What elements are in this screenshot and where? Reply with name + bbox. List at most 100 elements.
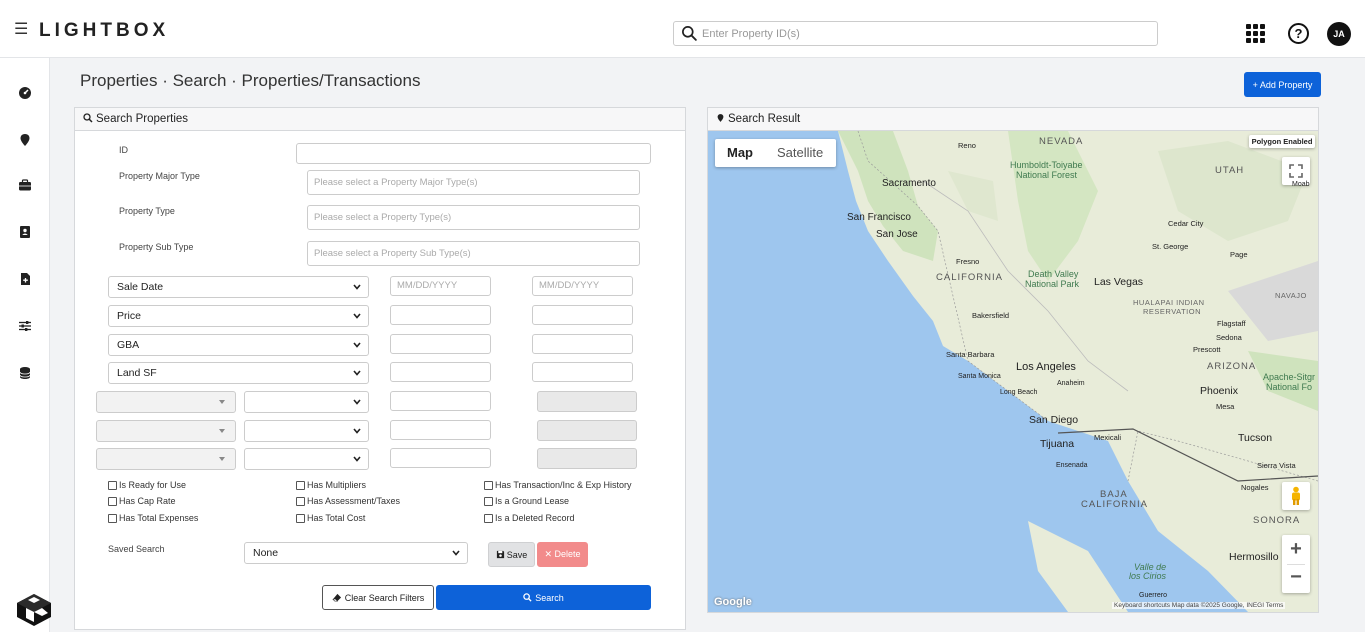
search-icon <box>523 592 532 602</box>
clear-button-label: Clear Search Filters <box>344 592 425 603</box>
range-to-input[interactable]: MM/DD/YYYY <box>532 276 633 296</box>
range-from-input[interactable] <box>390 305 491 325</box>
map-label: CALIFORNIA <box>1081 499 1149 510</box>
clear-search-filters-button[interactable]: Clear Search Filters <box>322 585 434 610</box>
help-icon[interactable]: ? <box>1288 23 1309 44</box>
zoom-in-button[interactable]: + <box>1282 535 1310 564</box>
map-label: ARIZONA <box>1207 361 1257 372</box>
map-label: Tijuana <box>1040 438 1075 450</box>
custom-field-select[interactable] <box>96 448 236 470</box>
map-label: San Francisco <box>847 212 911 223</box>
apps-grid-icon[interactable] <box>1246 24 1265 43</box>
ready-for-use-checkbox[interactable]: Is Ready for Use <box>108 480 186 490</box>
range-to-input[interactable] <box>532 305 633 325</box>
has-transaction-history-checkbox[interactable]: Has Transaction/Inc & Exp History <box>484 480 632 490</box>
checkbox-box[interactable] <box>108 496 117 506</box>
checkbox-box[interactable] <box>484 513 493 523</box>
checkbox-box[interactable] <box>296 496 305 506</box>
save-search-button[interactable]: Save <box>488 542 535 567</box>
map-label: Mexicali <box>1094 433 1122 442</box>
custom-operator-select[interactable] <box>244 448 369 470</box>
app-logo[interactable]: LIGHTBOX <box>39 20 169 42</box>
has-multipliers-checkbox[interactable]: Has Multipliers <box>296 480 366 490</box>
checkbox-box[interactable] <box>108 513 117 523</box>
range-to-input[interactable] <box>532 334 633 354</box>
checkbox-label: Has Total Cost <box>307 513 366 523</box>
range-from-input[interactable] <box>390 334 491 354</box>
id-input[interactable] <box>296 143 651 164</box>
map-label: los Cirios <box>1129 571 1167 581</box>
file-add-icon[interactable] <box>18 272 32 286</box>
saved-search-value: None <box>253 547 279 559</box>
map-label: Santa Monica <box>958 373 1001 380</box>
deleted-record-checkbox[interactable]: Is a Deleted Record <box>484 513 575 523</box>
chevron-down-icon <box>353 313 361 319</box>
custom-operator-select[interactable] <box>244 391 369 413</box>
property-search-box[interactable] <box>673 21 1158 46</box>
contact-book-icon[interactable] <box>18 225 32 239</box>
checkbox-label: Is a Ground Lease <box>495 496 570 506</box>
chevron-down-icon <box>353 456 361 462</box>
custom-operator-select[interactable] <box>244 420 369 442</box>
chevron-down-icon <box>353 399 361 405</box>
range-to-input[interactable] <box>532 362 633 382</box>
property-type-select[interactable]: Please select a Property Type(s) <box>307 205 640 230</box>
top-bar: ☰ LIGHTBOX ? JA <box>0 0 1365 58</box>
map-label: St. George <box>1152 242 1189 251</box>
custom-field-select[interactable] <box>96 420 236 442</box>
property-sub-type-select[interactable]: Please select a Property Sub Type(s) <box>307 241 640 266</box>
delete-search-button[interactable]: ✕ Delete <box>537 542 588 567</box>
has-cap-rate-checkbox[interactable]: Has Cap Rate <box>108 496 176 506</box>
search-panel-header: Search Properties <box>75 108 685 131</box>
map-label: Moab <box>1292 181 1310 188</box>
add-property-button[interactable]: + Add Property <box>1244 72 1321 97</box>
street-view-pegman-button[interactable] <box>1282 482 1310 510</box>
user-avatar[interactable]: JA <box>1327 22 1351 46</box>
map-tab[interactable]: Map <box>727 139 753 167</box>
zoom-out-button[interactable]: − <box>1282 564 1310 593</box>
has-total-cost-checkbox[interactable]: Has Total Cost <box>296 513 365 523</box>
map-label: Los Angeles <box>1016 361 1076 373</box>
map-attribution[interactable]: Keyboard shortcuts Map data ©2025 Google… <box>1112 602 1286 609</box>
location-pin-icon[interactable] <box>18 133 32 147</box>
checkbox-box[interactable] <box>108 480 117 490</box>
saved-search-select[interactable]: None <box>244 542 468 564</box>
range-field-select[interactable]: Land SF <box>108 362 369 384</box>
has-assessment-taxes-checkbox[interactable]: Has Assessment/Taxes <box>296 496 400 506</box>
search-icon <box>682 26 697 41</box>
checkbox-box[interactable] <box>296 513 305 523</box>
range-from-input[interactable]: MM/DD/YYYY <box>390 276 491 296</box>
range-from-input[interactable] <box>390 362 491 382</box>
map-label: Prescott <box>1193 345 1221 354</box>
custom-value-input[interactable] <box>390 420 491 440</box>
range-field-select[interactable]: Sale Date <box>108 276 369 298</box>
checkbox-box[interactable] <box>484 496 493 506</box>
satellite-tab[interactable]: Satellite <box>777 139 823 167</box>
map-label: Anaheim <box>1057 380 1085 387</box>
checkbox-box[interactable] <box>484 480 493 490</box>
range-field-select[interactable]: Price <box>108 305 369 327</box>
briefcase-icon[interactable] <box>18 178 32 192</box>
dashboard-icon[interactable] <box>18 86 32 100</box>
ground-lease-checkbox[interactable]: Is a Ground Lease <box>484 496 569 506</box>
map-label: Fresno <box>956 257 980 266</box>
menu-icon[interactable]: ☰ <box>14 19 28 39</box>
custom-field-select[interactable] <box>96 391 236 413</box>
custom-value-input[interactable] <box>390 391 491 411</box>
map-label: CALIFORNIA <box>936 272 1004 283</box>
checkbox-label: Has Cap Rate <box>119 496 176 506</box>
range-field-select[interactable]: GBA <box>108 334 369 356</box>
sidebar <box>0 58 50 632</box>
search-button[interactable]: Search <box>436 585 651 610</box>
property-major-type-select[interactable]: Please select a Property Major Type(s) <box>307 170 640 195</box>
custom-value-input[interactable] <box>390 448 491 468</box>
map-type-toggle[interactable]: Map Satellite <box>715 139 836 167</box>
checkbox-box[interactable] <box>296 480 305 490</box>
property-id-search-input[interactable] <box>702 25 1142 43</box>
has-total-expenses-checkbox[interactable]: Has Total Expenses <box>108 513 198 523</box>
database-icon[interactable] <box>18 366 32 380</box>
map-label: Cedar City <box>1168 219 1204 228</box>
filters-sliders-icon[interactable] <box>18 319 32 333</box>
property-major-type-label: Property Major Type <box>119 171 200 181</box>
map-label: RESERVATION <box>1143 307 1202 316</box>
